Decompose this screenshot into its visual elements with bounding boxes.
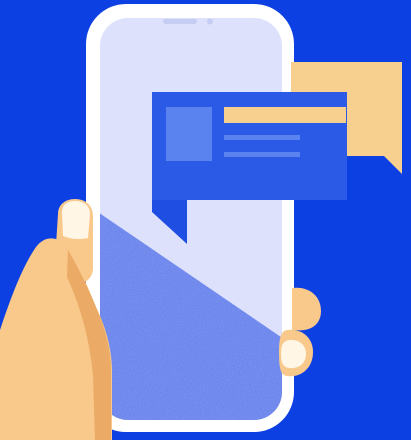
smartphone-icon	[86, 4, 294, 432]
phone-speaker	[163, 19, 197, 24]
card-highlight-line	[224, 107, 346, 123]
illustration-svg	[0, 0, 411, 440]
phone-camera	[207, 18, 213, 25]
card-text-line-2	[224, 152, 300, 157]
card-thumbnail	[166, 107, 212, 161]
illustration-scene	[0, 0, 411, 440]
thumb-nail	[62, 201, 90, 240]
phone-screen	[100, 18, 282, 420]
card-text-line-1	[224, 135, 300, 140]
